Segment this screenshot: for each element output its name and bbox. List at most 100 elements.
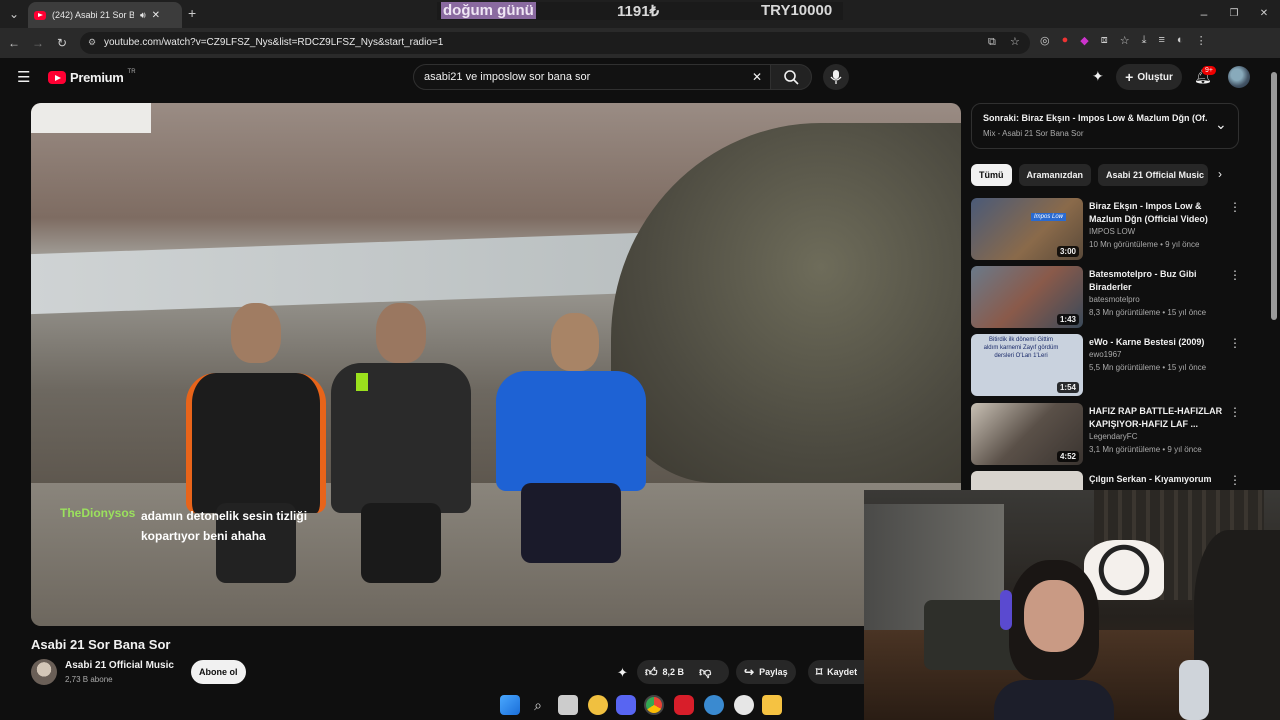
more-options-icon[interactable]: ⋮: [1229, 405, 1241, 419]
thumbnail-text: Bitirdik ilk dönemi Gittim aldım karnemi…: [983, 337, 1059, 359]
subscribe-button[interactable]: Abone ol: [191, 660, 246, 684]
duration-badge: 4:52: [1056, 451, 1079, 462]
chip-channel[interactable]: Asabi 21 Official Music: [1098, 164, 1209, 186]
thumbs-down-icon[interactable]: 👎︎: [699, 665, 711, 680]
task-view-icon[interactable]: [558, 695, 578, 715]
create-button[interactable]: + Oluştur: [1116, 64, 1182, 90]
maximize-icon[interactable]: ❐: [1226, 6, 1242, 22]
youtube-logo[interactable]: Premium TR: [48, 68, 136, 85]
page-scrollbar[interactable]: [1271, 72, 1277, 320]
video-person-3: [496, 313, 646, 593]
more-options-icon[interactable]: ⋮: [1229, 473, 1241, 487]
start-windows-icon[interactable]: [500, 695, 520, 715]
like-count[interactable]: 8,2 B: [663, 667, 685, 677]
reload-icon[interactable]: ↻: [54, 35, 70, 51]
video-thumbnail: 1:43: [971, 266, 1083, 328]
url-text: youtube.com/watch?v=CZ9LFSZ_Nys&list=RDC…: [104, 37, 444, 48]
video-player[interactable]: TheDionysos adamın detonelik sesin tizli…: [31, 103, 961, 626]
clear-search-icon[interactable]: ✕: [752, 70, 762, 84]
file-explorer-icon[interactable]: [762, 695, 782, 715]
taskbar-search-icon[interactable]: ⌕: [528, 695, 548, 715]
chrome-icon[interactable]: [644, 695, 664, 715]
more-options-icon[interactable]: ⋮: [1229, 268, 1241, 282]
bookmark-star-icon[interactable]: ☆: [1010, 35, 1020, 48]
logo-region: TR: [127, 68, 136, 75]
search-input[interactable]: asabi21 ve imposlow sor bana sor ✕: [413, 64, 771, 90]
extensions-puzzle-icon[interactable]: ⧈: [1101, 34, 1108, 47]
search-icon: [784, 70, 799, 85]
more-options-icon[interactable]: ⋮: [1229, 200, 1241, 214]
app-red-icon[interactable]: [674, 695, 694, 715]
video-person-1: [186, 303, 326, 603]
microphone-icon: [830, 70, 842, 84]
chevron-down-icon[interactable]: ⌄: [1215, 116, 1227, 133]
new-tab-button[interactable]: +: [188, 5, 196, 21]
minimize-icon[interactable]: –: [1196, 6, 1212, 22]
recommendation-item[interactable]: 1:43 Batesmotelpro - Buz Gibi Biraderler…: [971, 266, 1241, 330]
youtube-favicon-icon: [34, 10, 46, 20]
filter-chips: Tümü Aramanızdan Asabi 21 Official Music: [971, 164, 1209, 186]
bookmarks-icon[interactable]: ☆: [1120, 34, 1130, 47]
save-bookmark-icon: ⌑: [816, 665, 823, 679]
downloads-icon[interactable]: ⤓: [1142, 34, 1147, 47]
window-close-icon[interactable]: ✕: [1256, 6, 1272, 22]
playlist-up-next[interactable]: Sonraki: Biraz Ekşın - Impos Low & Mazlu…: [971, 103, 1239, 149]
video-thumbnail: Impos Low 3:00: [971, 198, 1083, 260]
recommendation-channel: IMPOS LOW: [1089, 227, 1136, 236]
save-button[interactable]: ⌑ Kaydet: [808, 660, 866, 684]
account-avatar[interactable]: [1228, 66, 1250, 88]
install-app-icon[interactable]: ⧉: [988, 36, 996, 49]
discord-icon[interactable]: [616, 695, 636, 715]
hamburger-menu-icon[interactable]: ☰: [17, 68, 30, 86]
more-options-icon[interactable]: ⋮: [1229, 336, 1241, 350]
recommendation-item[interactable]: 4:52 HAFIZ RAP BATTLE-HAFIZLAR KAPIŞIYOR…: [971, 403, 1241, 467]
search-button[interactable]: [770, 64, 812, 90]
webcam-overlay: [864, 490, 1280, 720]
app-clock-icon[interactable]: [734, 695, 754, 715]
premium-perks-icon[interactable]: ✦: [1092, 68, 1104, 85]
duration-badge: 1:54: [1056, 382, 1079, 393]
profile-icon[interactable]: ◐: [1177, 34, 1184, 47]
share-button[interactable]: ↪ Paylaş: [736, 660, 796, 684]
url-bar[interactable]: ⚙ youtube.com/watch?v=CZ9LFSZ_Nys&list=R…: [80, 32, 1030, 54]
extension-red-icon[interactable]: ●: [1062, 34, 1069, 47]
chip-from-search[interactable]: Aramanızdan: [1018, 164, 1092, 186]
tab-search-icon[interactable]: ≡: [1158, 34, 1164, 47]
overlay-text-amount: 1191₺: [617, 3, 660, 20]
voice-search-button[interactable]: [823, 64, 849, 90]
subscribe-label: Abone ol: [199, 667, 238, 677]
audio-playing-icon[interactable]: 🔊︎: [140, 10, 146, 21]
premium-perks-icon[interactable]: ✦: [617, 665, 628, 681]
recommendation-item[interactable]: Bitirdik ilk dönemi Gittim aldım karnemi…: [971, 334, 1241, 398]
share-label: Paylaş: [759, 667, 788, 677]
site-info-icon[interactable]: ⚙: [88, 37, 96, 48]
recommendation-item[interactable]: Impos Low 3:00 Biraz Ekşın - Impos Low &…: [971, 198, 1241, 262]
steam-icon[interactable]: [704, 695, 724, 715]
browser-tab-active[interactable]: (242) Asabi 21 Sor Bana Sor 🔊︎ ✕: [28, 2, 182, 28]
thumbs-up-icon[interactable]: 👍︎: [645, 665, 658, 680]
extension-purple-icon[interactable]: ◆: [1080, 34, 1088, 47]
save-label: Kaydet: [827, 667, 858, 677]
back-icon[interactable]: ←: [6, 35, 22, 51]
tab-list-chevron-icon[interactable]: ⌄: [6, 6, 22, 22]
tab-close-icon[interactable]: ✕: [152, 10, 160, 21]
recommendation-item[interactable]: Çılgın Serkan - Kıyamıyorum ⋮: [971, 471, 1241, 490]
notification-badge: 9+: [1202, 66, 1216, 75]
webcam-microphone: [1179, 660, 1209, 720]
extension-glasses-icon[interactable]: ◎: [1040, 34, 1050, 47]
browser-menu-icon[interactable]: ⋮: [1196, 34, 1207, 47]
app-winamp-icon[interactable]: [588, 695, 608, 715]
recommendation-title: HAFIZ RAP BATTLE-HAFIZLAR KAPIŞIYOR-HAFI…: [1089, 406, 1223, 429]
logo-text: Premium: [70, 70, 124, 85]
chip-all[interactable]: Tümü: [971, 164, 1012, 186]
up-next-subtitle: Mix - Asabi 21 Sor Bana Sor: [983, 129, 1084, 138]
video-wall: [31, 231, 671, 315]
forward-icon[interactable]: →: [30, 35, 46, 51]
channel-avatar[interactable]: [31, 659, 57, 685]
thumbnail-text: Impos Low: [1031, 213, 1067, 221]
video-sky: [31, 103, 151, 133]
plus-icon: +: [1125, 69, 1134, 85]
channel-name[interactable]: Asabi 21 Official Music: [65, 660, 174, 671]
chips-next-chevron-icon[interactable]: ›: [1218, 167, 1222, 181]
recommendation-title: Batesmotelpro - Buz Gibi Biraderler: [1089, 269, 1197, 292]
